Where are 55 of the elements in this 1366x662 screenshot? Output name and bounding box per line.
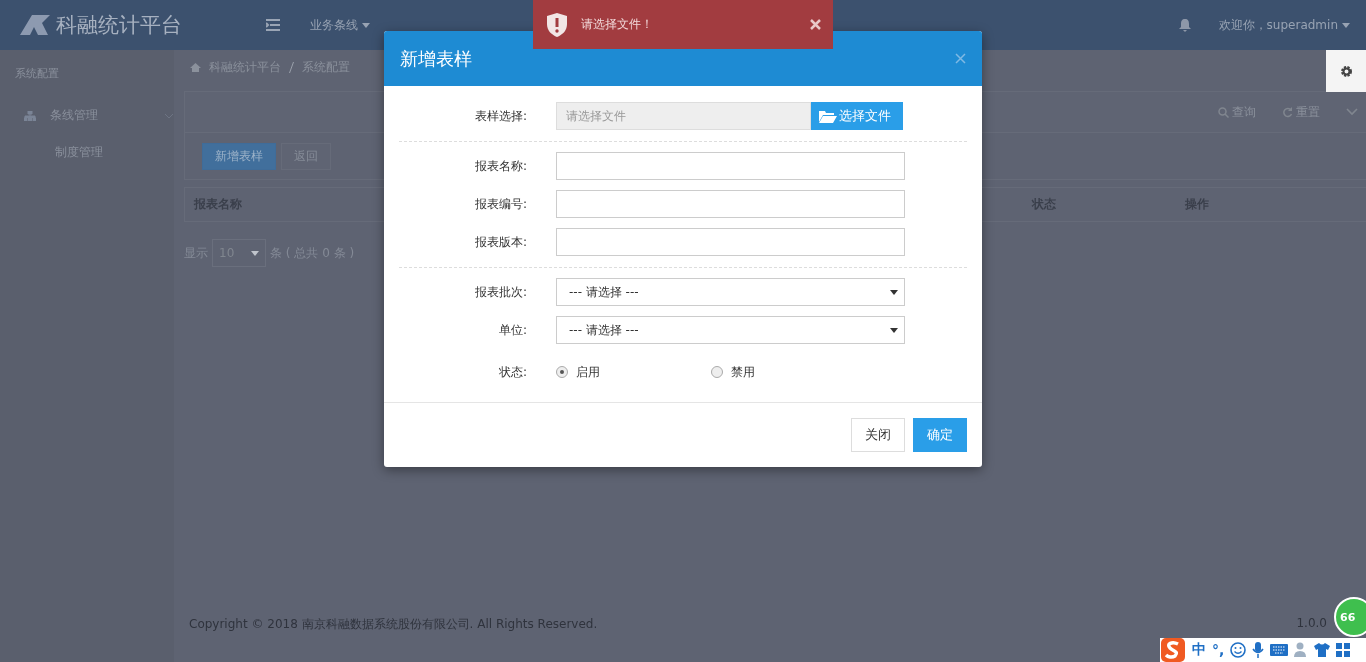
field-label: 单位: bbox=[497, 321, 528, 339]
file-field[interactable]: 请选择文件 bbox=[556, 102, 811, 130]
user-icon[interactable] bbox=[1294, 642, 1309, 658]
microphone-icon[interactable] bbox=[1252, 642, 1265, 658]
input-field[interactable] bbox=[556, 190, 905, 218]
keyboard-icon[interactable] bbox=[1270, 644, 1289, 656]
field-label: 表样选择: bbox=[473, 107, 528, 125]
folder-icon bbox=[819, 109, 837, 123]
shield-icon bbox=[547, 12, 567, 37]
search-icon bbox=[1218, 106, 1229, 118]
input-field[interactable] bbox=[556, 228, 905, 256]
ime-mode[interactable]: 中 bbox=[1192, 641, 1206, 659]
modal-title: 新增表样 bbox=[400, 46, 472, 71]
toast-message: 请选择文件！ bbox=[581, 16, 654, 33]
field-label: 报表编号: bbox=[473, 195, 528, 213]
select-field[interactable]: --- 请选择 --- bbox=[556, 316, 905, 344]
home-icon bbox=[190, 62, 201, 72]
ime-logo-icon[interactable] bbox=[1160, 638, 1186, 662]
field-label: 报表批次: bbox=[473, 283, 528, 301]
sitemap-icon bbox=[24, 110, 36, 121]
settings-icon bbox=[1339, 64, 1353, 78]
field-label: 报表名称: bbox=[473, 157, 528, 175]
add-button[interactable]: 新增表样 bbox=[202, 142, 276, 170]
caret-icon bbox=[890, 289, 898, 295]
settings-tab[interactable] bbox=[1326, 50, 1366, 92]
choose-file-button[interactable]: 选择文件 bbox=[811, 102, 903, 130]
input-field[interactable] bbox=[556, 152, 905, 180]
radio-button[interactable] bbox=[556, 366, 568, 378]
shirt-icon[interactable] bbox=[1314, 643, 1331, 657]
radio-button[interactable] bbox=[711, 366, 723, 378]
confirm-button[interactable]: 确定 bbox=[913, 418, 967, 452]
select-field[interactable]: --- 请选择 --- bbox=[556, 278, 905, 306]
caret-icon bbox=[251, 250, 259, 256]
caret-icon bbox=[1342, 22, 1350, 28]
menu-icon[interactable] bbox=[266, 19, 280, 31]
close-button[interactable]: 关闭 bbox=[851, 418, 905, 452]
radio-label: 启用 bbox=[576, 363, 600, 381]
smiley-icon[interactable] bbox=[1230, 642, 1247, 658]
counter-badge[interactable]: 66 bbox=[1334, 597, 1366, 637]
field-label: 报表版本: bbox=[473, 233, 528, 251]
business-menu[interactable]: 业务条线 bbox=[310, 16, 370, 34]
caret-icon bbox=[890, 327, 898, 333]
ime-punctuation[interactable]: °, bbox=[1212, 642, 1225, 658]
close-icon[interactable] bbox=[810, 19, 821, 30]
caret-icon bbox=[362, 22, 370, 28]
grid-icon[interactable] bbox=[1336, 643, 1351, 657]
field-label: 状态: bbox=[497, 363, 528, 381]
breadcrumb-separator bbox=[289, 61, 294, 73]
logo-text: 科融统计平台 bbox=[56, 12, 183, 39]
close-icon[interactable] bbox=[955, 53, 966, 64]
logo-icon bbox=[20, 15, 50, 35]
bell-icon[interactable] bbox=[1178, 18, 1191, 32]
refresh-icon bbox=[1282, 106, 1293, 118]
radio-label: 禁用 bbox=[731, 363, 755, 381]
user-menu[interactable]: 欢迎你，superadmin bbox=[1218, 16, 1350, 34]
